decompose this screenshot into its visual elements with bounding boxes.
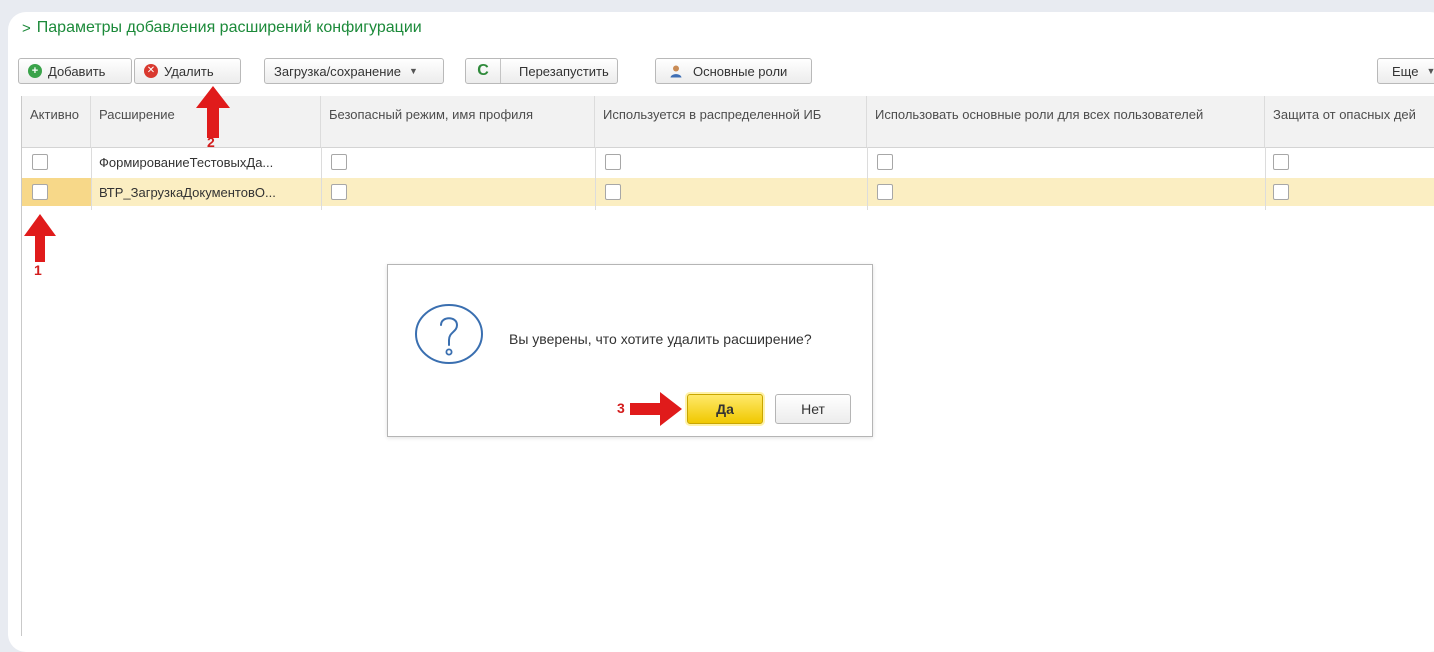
more-label: Еще xyxy=(1392,63,1419,79)
column-divider xyxy=(321,147,322,210)
main-roles-label: Основные роли xyxy=(693,63,788,79)
chevron-right-icon: > xyxy=(22,19,31,37)
restart-button[interactable]: C Перезапустить xyxy=(465,58,618,84)
table-row[interactable]: ФормированиеТестовыхДа... xyxy=(22,148,1434,176)
form-title-text: Параметры добавления расширений конфигур… xyxy=(36,19,422,36)
safe-mode-checkbox[interactable] xyxy=(331,154,347,170)
question-icon xyxy=(415,304,483,364)
delete-icon: ✕ xyxy=(144,64,158,78)
chevron-down-icon: ▼ xyxy=(1426,66,1434,76)
column-header-distributed-ib[interactable]: Используется в распределенной ИБ xyxy=(595,96,867,147)
extension-name-cell: ФормированиеТестовыхДа... xyxy=(99,155,274,170)
yes-button[interactable]: Да xyxy=(687,394,763,424)
extension-name-cell: ВТР_ЗагрузкаДокументовО... xyxy=(99,185,276,200)
main-roles-checkbox[interactable] xyxy=(877,184,893,200)
main-roles-checkbox[interactable] xyxy=(877,154,893,170)
more-dropdown[interactable]: Еще ▼ xyxy=(1377,58,1434,84)
load-save-label: Загрузка/сохранение xyxy=(274,63,401,79)
distributed-ib-checkbox[interactable] xyxy=(605,154,621,170)
load-save-dropdown[interactable]: Загрузка/сохранение ▼ xyxy=(264,58,444,84)
distributed-ib-checkbox[interactable] xyxy=(605,184,621,200)
delete-button-label: Удалить xyxy=(164,63,214,79)
protection-checkbox[interactable] xyxy=(1273,154,1289,170)
safe-mode-checkbox[interactable] xyxy=(331,184,347,200)
annotation-arrow-2 xyxy=(196,86,230,138)
column-divider xyxy=(1265,147,1266,210)
column-header-safe-mode[interactable]: Безопасный режим, имя профиля xyxy=(321,96,595,147)
add-button-label: Добавить xyxy=(48,63,106,79)
refresh-icon: C xyxy=(466,59,501,83)
annotation-number-2: 2 xyxy=(207,134,215,150)
delete-button[interactable]: ✕ Удалить xyxy=(134,58,241,84)
active-checkbox[interactable] xyxy=(32,154,48,170)
dialog-message: Вы уверены, что хотите удалить расширени… xyxy=(509,331,812,347)
column-header-active[interactable]: Активно xyxy=(22,96,91,147)
form-title[interactable]: > Параметры добавления расширений конфиг… xyxy=(22,19,422,37)
active-checkbox[interactable] xyxy=(32,184,48,200)
annotation-number-3: 3 xyxy=(617,400,625,416)
annotation-arrow-3 xyxy=(630,392,682,426)
column-divider xyxy=(91,147,92,210)
column-header-main-roles[interactable]: Использовать основные роли для всех поль… xyxy=(867,96,1265,147)
no-button[interactable]: Нет xyxy=(775,394,851,424)
annotation-arrow-1 xyxy=(24,214,56,262)
main-roles-button[interactable]: Основные роли xyxy=(655,58,812,84)
column-divider xyxy=(867,147,868,210)
table-header: Активно Расширение Безопасный режим, имя… xyxy=(22,96,1434,148)
add-button[interactable]: + Добавить xyxy=(18,58,132,84)
plus-icon: + xyxy=(28,64,42,78)
table-row-selected[interactable]: ВТР_ЗагрузкаДокументовО... xyxy=(22,178,1434,206)
chevron-down-icon: ▼ xyxy=(408,66,418,76)
restart-label: Перезапустить xyxy=(519,63,609,79)
column-divider xyxy=(595,147,596,210)
annotation-number-1: 1 xyxy=(34,262,42,278)
user-icon xyxy=(670,65,682,78)
protection-checkbox[interactable] xyxy=(1273,184,1289,200)
column-header-protection[interactable]: Защита от опасных дей xyxy=(1265,96,1434,147)
